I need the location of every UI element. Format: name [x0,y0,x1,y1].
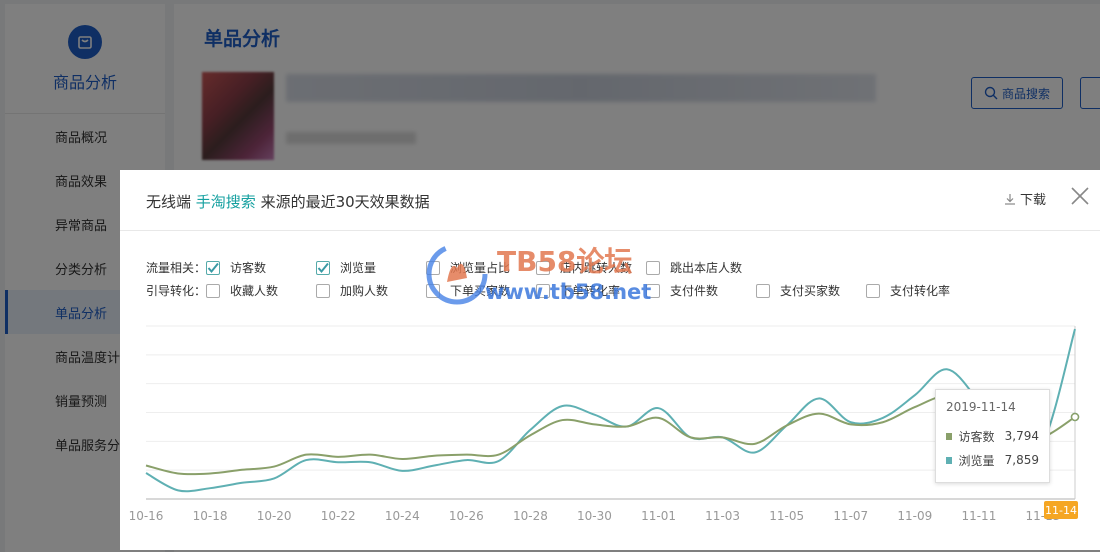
filter-row-label: 流量相关： [146,261,207,275]
tooltip-swatch [946,456,953,464]
chart-tooltip: 2019-11-14 访客数 3,794 浏览量 7,859 [935,389,1050,483]
tooltip-series-value: 3,794 [1004,429,1039,443]
x-tick-label: 11-07 [833,509,868,523]
modal-title-prefix: 无线端 [146,193,192,211]
checkbox-icon[interactable] [426,260,440,275]
x-tick-label: 11-11 [961,509,996,523]
metric-checkbox-item[interactable]: 支付件数 [646,282,756,299]
metric-checkbox-item[interactable]: 支付买家数 [756,282,866,299]
metric-checkbox-item[interactable]: 店内跳转人数 [536,259,646,276]
metric-checkbox-label: 下单买家数 [450,284,511,298]
tooltip-series-name: 浏览量 [958,453,995,468]
metric-checkbox-item[interactable]: 浏览量占比 [426,259,536,276]
tooltip-row: 浏览量 7,859 [946,448,1039,472]
x-tick-label: 10-26 [449,509,484,523]
metric-checkbox-item[interactable]: 加购人数 [316,282,426,299]
metric-checkbox-item[interactable]: 下单买家数 [426,282,536,299]
metric-checkbox-label: 支付转化率 [890,284,951,298]
checkbox-icon[interactable] [646,260,660,275]
metric-checkbox-label: 支付买家数 [780,284,841,298]
metric-checkbox-label: 店内跳转人数 [560,261,633,275]
modal-title-suffix: 来源的最近30天效果数据 [260,193,430,211]
filter-row-label: 引导转化： [146,284,207,298]
tooltip-series-value: 7,859 [1004,453,1039,467]
metric-checkbox-item[interactable]: 支付转化率 [866,282,976,299]
x-tick-label: 10-30 [577,509,612,523]
checkbox-icon[interactable] [206,283,220,298]
modal-title-source: 手淘搜索 [195,193,256,211]
traffic-modal: 无线端 手淘搜索 来源的最近30天效果数据 下载 流量相关： 访客数 浏览量 浏览量… [120,170,1100,550]
tooltip-row: 访客数 3,794 [946,424,1039,448]
modal-title: 无线端 手淘搜索 来源的最近30天效果数据 [146,191,430,212]
download-label: 下载 [1020,193,1047,208]
tooltip-swatch [946,432,953,440]
tooltip-date: 2019-11-14 [946,400,1016,414]
metric-checkbox-label: 收藏人数 [230,284,279,298]
metric-checkbox-label: 浏览量 [340,261,377,275]
x-tick-label: 10-22 [321,509,356,523]
metric-checkbox-label: 支付件数 [670,284,719,298]
x-tick-label: 10-20 [257,509,292,523]
filter-row-traffic: 流量相关： 访客数 浏览量 浏览量占比 店内跳转人数 跳出本店人数 [146,256,1076,279]
series-point [1070,412,1080,422]
download-icon [1005,193,1015,205]
metric-checkbox-label: 跳出本店人数 [670,261,743,275]
checkbox-icon[interactable] [756,283,770,298]
checkbox-icon[interactable] [646,283,660,298]
highlighted-x-label: 11-14 [1044,501,1078,519]
x-tick-label: 10-24 [385,509,420,523]
metric-checkbox-label: 加购人数 [340,284,389,298]
metric-checkbox-item[interactable]: 访客数 [206,259,316,276]
filter-row-conversion: 引导转化： 收藏人数 加购人数 下单买家数 下单转化率 支付件数 支付买家数 支付转化率 [146,279,1076,302]
checkbox-checked-icon[interactable] [206,260,220,275]
metric-checkbox-item[interactable]: 跳出本店人数 [646,259,756,276]
close-icon[interactable] [1070,186,1090,206]
checkbox-icon[interactable] [536,260,550,275]
x-tick-label: 10-28 [513,509,548,523]
checkbox-icon[interactable] [866,283,880,298]
metric-filters: 流量相关： 访客数 浏览量 浏览量占比 店内跳转人数 跳出本店人数 引导转化： 收藏人数… [146,256,1076,302]
modal-header: 无线端 手淘搜索 来源的最近30天效果数据 下载 [120,170,1100,231]
metric-checkbox-label: 访客数 [230,261,267,275]
x-tick-label: 11-05 [769,509,804,523]
x-tick-label: 10-16 [129,509,164,523]
metric-checkbox-item[interactable]: 下单转化率 [536,282,646,299]
metric-checkbox-item[interactable]: 浏览量 [316,259,426,276]
checkbox-icon[interactable] [316,283,330,298]
metric-checkbox-item[interactable]: 收藏人数 [206,282,316,299]
download-button[interactable]: 下载 [1004,189,1046,208]
x-tick-label: 11-09 [897,509,932,523]
metric-checkbox-label: 浏览量占比 [450,261,511,275]
tooltip-series-name: 访客数 [958,429,995,444]
checkbox-icon[interactable] [426,283,440,298]
x-tick-label: 11-01 [641,509,676,523]
metric-checkbox-label: 下单转化率 [560,284,621,298]
checkbox-icon[interactable] [536,283,550,298]
x-tick-label: 11-03 [705,509,740,523]
x-tick-label: 10-18 [193,509,228,523]
checkbox-checked-icon[interactable] [316,260,330,275]
